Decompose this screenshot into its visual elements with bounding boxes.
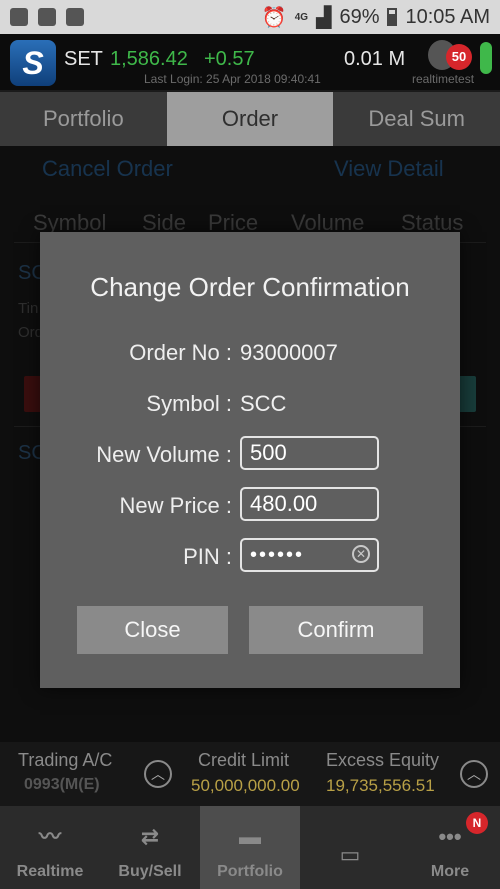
pin-label: PIN : [183, 544, 232, 569]
swap-arrows-icon: ⇄ [140, 824, 160, 849]
status-bar: ⏰ 4G ▟ 69% 10:05 AM [0, 0, 500, 34]
symbol-label: Symbol : [146, 391, 232, 416]
bottom-navigation: 〰 Realtime ⇄ Buy/Sell ▬ Portfolio ▭ ••• … [0, 806, 500, 889]
index-change: +0.57 [204, 48, 255, 70]
clear-pin-icon[interactable]: ✕ [352, 545, 370, 563]
nav-realtime[interactable]: 〰 Realtime [0, 806, 100, 889]
status-system-icons: ⏰ 4G ▟ 69% 10:05 AM [262, 5, 490, 30]
new-volume-label: New Volume : [96, 442, 232, 467]
folder-icon: ▬ [239, 824, 261, 849]
index-value: 1,586.42 [110, 48, 188, 70]
nav-more-label: More [430, 863, 470, 880]
trading-account-label: Trading A/C [18, 750, 113, 770]
nav-news[interactable]: ▭ [300, 806, 400, 889]
market-header: S SET 1,586.42 +0.57 0.01 M Last Login: … [0, 34, 500, 90]
nav-portfolio-label: Portfolio [217, 863, 283, 880]
more-dots-icon: ••• [438, 824, 462, 849]
dialog-title: Change Order Confirmation [90, 272, 410, 302]
monitor-icon: ▭ [339, 842, 361, 867]
nav-more[interactable]: ••• N More [400, 806, 500, 889]
market-volume: 0.01 M [344, 48, 406, 70]
trading-account-value: 0993(M(E) [24, 776, 100, 793]
battery-percent: 69% [339, 5, 380, 28]
nav-buy-sell[interactable]: ⇄ Buy/Sell [100, 806, 200, 889]
excess-equity-label: Excess Equity [326, 750, 440, 770]
app-logo-icon[interactable]: S [10, 40, 56, 86]
nav-buy-sell-label: Buy/Sell [118, 863, 182, 880]
new-volume-input[interactable] [240, 436, 379, 470]
new-price-input[interactable] [240, 487, 379, 521]
account-selector-chevron-icon[interactable]: ︿ [144, 760, 172, 788]
order-no-label: Order No : [129, 340, 232, 365]
chart-line-icon: 〰 [38, 824, 61, 849]
tab-order[interactable]: Order [166, 92, 334, 146]
app-screen: ⏰ 4G ▟ 69% 10:05 AM S SET 1,586.42 +0.57… [0, 0, 500, 889]
credit-limit-label: Credit Limit [198, 750, 290, 770]
excess-equity-value: 19,735,556.51 [326, 776, 435, 795]
username: realtimetest [412, 72, 475, 86]
close-button[interactable]: Close [77, 606, 228, 654]
network-type: 4G [294, 11, 309, 23]
index-name: SET [64, 48, 103, 70]
nav-realtime-label: Realtime [16, 863, 84, 880]
tab-deal-sum[interactable]: Deal Sum [333, 92, 500, 146]
app-notification-icon [10, 8, 28, 26]
change-order-dialog: Change Order Confirmation Order No : 930… [40, 232, 460, 688]
settings-notification-icon [66, 8, 84, 26]
summary-expand-chevron-icon[interactable]: ︿ [460, 760, 488, 788]
battery-icon [387, 8, 398, 26]
new-price-label: New Price : [119, 493, 232, 518]
tab-portfolio[interactable]: Portfolio [0, 92, 167, 146]
status-notification-icons [10, 8, 84, 26]
connection-status-indicator [480, 42, 492, 74]
symbol-value: SCC [240, 391, 287, 416]
file-notification-icon [38, 8, 56, 26]
clock: 10:05 AM [405, 5, 490, 28]
order-no-value: 93000007 [240, 340, 338, 365]
nav-portfolio[interactable]: ▬ Portfolio [200, 806, 300, 889]
last-login: Last Login: 25 Apr 2018 09:40:41 [144, 72, 321, 86]
account-summary: Trading A/C 0993(M(E) ︿ Credit Limit 50,… [0, 742, 500, 806]
signal-icon: ▟ [316, 6, 332, 29]
credit-limit-value: 50,000,000.00 [191, 776, 300, 795]
alarm-icon: ⏰ [261, 6, 287, 29]
main-tabs: Portfolio Order Deal Sum [0, 92, 500, 146]
notification-badge[interactable]: 50 [446, 44, 472, 70]
confirm-button[interactable]: Confirm [249, 606, 423, 654]
more-badge: N [466, 812, 488, 834]
